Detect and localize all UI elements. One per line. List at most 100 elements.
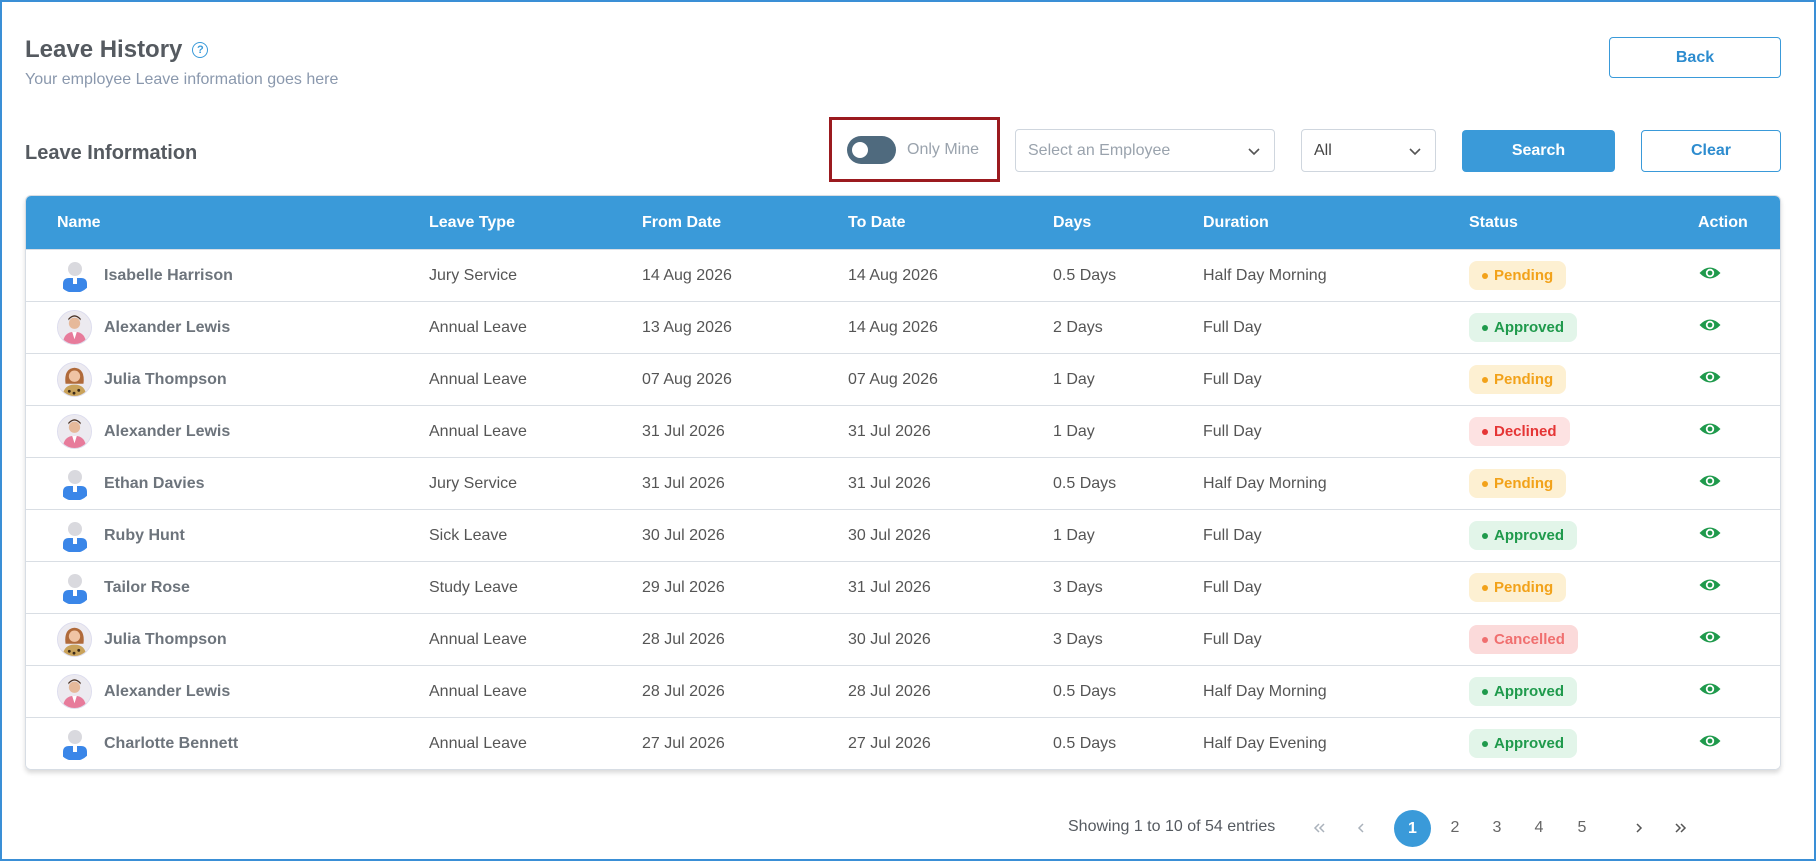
column-header-duration[interactable]: Duration [1203,214,1269,232]
from-date: 07 Aug 2026 [642,370,732,388]
view-button[interactable] [1698,313,1722,342]
status-text: Cancelled [1494,631,1565,648]
prev-page-icon[interactable] [1343,810,1379,846]
status-cell: Approved [1469,521,1578,550]
eye-icon[interactable] [1698,475,1722,497]
employee-name: Julia Thompson [104,370,227,388]
view-button[interactable] [1698,677,1722,706]
view-button[interactable] [1698,625,1722,654]
column-header-name[interactable]: Name [57,214,101,232]
avatar [57,674,92,709]
status-text: Approved [1494,683,1565,700]
status-badge: Pending [1469,365,1567,394]
view-button[interactable] [1698,729,1722,758]
eye-icon[interactable] [1698,319,1722,341]
column-header-status[interactable]: Status [1469,214,1518,232]
view-button[interactable] [1698,365,1722,394]
employee-name-cell: Tailor Rose [57,570,190,605]
view-button[interactable] [1698,469,1722,498]
view-button[interactable] [1698,417,1722,446]
page-button-4[interactable]: 4 [1521,810,1557,846]
eye-icon[interactable] [1698,371,1722,393]
eye-icon[interactable] [1698,631,1722,653]
clear-button[interactable]: Clear [1641,130,1781,172]
days: 1 Day [1053,370,1095,388]
table-row: Charlotte Bennett Annual Leave 27 Jul 2026… [26,717,1780,769]
table-row: Tailor Rose Study Leave 29 Jul 2026 31 Jul … [26,561,1780,613]
from-date: 28 Jul 2026 [642,682,725,700]
status-select-value: All [1314,141,1332,159]
status-dot [1482,584,1488,591]
search-button[interactable]: Search [1462,130,1615,172]
employee-name-cell: Julia Thompson [57,362,227,397]
toggle-knob [852,141,868,158]
page-button-3[interactable]: 3 [1479,810,1515,846]
status-text: Pending [1494,579,1554,596]
only-mine-toggle-group: Only Mine [829,117,1000,182]
page-title: Leave History ? [25,36,209,64]
next-page-icon[interactable] [1621,810,1657,846]
days: 0.5 Days [1053,474,1117,492]
status-cell: Cancelled [1469,625,1578,654]
duration: Full Day [1203,370,1262,388]
column-header-days[interactable]: Days [1053,214,1091,232]
days: 0.5 Days [1053,682,1117,700]
employee-name: Tailor Rose [104,578,190,596]
view-button[interactable] [1698,521,1722,550]
to-date: 14 Aug 2026 [848,266,938,284]
employee-select-placeholder: Select an Employee [1028,141,1171,159]
eye-icon[interactable] [1698,267,1722,289]
duration: Full Day [1203,526,1262,544]
employee-select[interactable]: Select an Employee [1015,129,1275,172]
page-button-1[interactable]: 1 [1394,810,1431,847]
column-header-from-date[interactable]: From Date [642,214,721,232]
status-text: Declined [1494,423,1557,440]
status-dot [1482,636,1488,643]
eye-icon[interactable] [1698,735,1722,757]
chevron-down-icon [1248,147,1260,155]
status-text: Pending [1494,267,1554,284]
column-header-leave-type[interactable]: Leave Type [429,214,515,232]
employee-name-cell: Alexander Lewis [57,674,230,709]
view-button[interactable] [1698,573,1722,602]
back-button[interactable]: Back [1609,37,1781,78]
table-body: Isabelle Harrison Jury Service 14 Aug 2026… [26,249,1780,769]
status-text: Pending [1494,475,1554,492]
to-date: 28 Jul 2026 [848,682,931,700]
help-icon[interactable]: ? [192,42,209,58]
duration: Half Day Morning [1203,474,1327,492]
leave-type: Annual Leave [429,422,527,440]
leave-type: Annual Leave [429,370,527,388]
last-page-icon[interactable] [1663,810,1699,846]
employee-name-cell: Isabelle Harrison [57,258,233,293]
eye-icon[interactable] [1698,527,1722,549]
table-row: Ethan Davies Jury Service 31 Jul 2026 31 Ju… [26,457,1780,509]
from-date: 14 Aug 2026 [642,266,732,284]
only-mine-toggle[interactable] [847,135,896,164]
page-subtitle: Your employee Leave information goes her… [25,71,339,88]
view-button[interactable] [1698,261,1722,290]
eye-icon[interactable] [1698,579,1722,601]
first-page-icon[interactable] [1301,810,1337,846]
leave-type: Jury Service [429,474,518,492]
from-date: 27 Jul 2026 [642,734,725,752]
page-button-2[interactable]: 2 [1437,810,1473,846]
days: 3 Days [1053,578,1103,596]
employee-name-cell: Alexander Lewis [57,414,230,449]
avatar [57,414,92,449]
column-header-to-date[interactable]: To Date [848,214,905,232]
pagination: Showing 1 to 10 of 54 entries 12345 [0,810,1816,847]
to-date: 27 Jul 2026 [848,734,931,752]
page-button-5[interactable]: 5 [1564,810,1600,846]
status-cell: Pending [1469,469,1567,498]
days: 0.5 Days [1053,734,1117,752]
to-date: 14 Aug 2026 [848,318,938,336]
employee-name: Julia Thompson [104,630,227,648]
table-header: Name Leave Type From Date To Date Days D… [26,196,1780,249]
eye-icon[interactable] [1698,423,1722,445]
status-dot [1482,688,1488,695]
status-badge: Pending [1469,261,1567,290]
to-date: 30 Jul 2026 [848,630,931,648]
status-select[interactable]: All [1301,129,1436,172]
eye-icon[interactable] [1698,683,1722,705]
